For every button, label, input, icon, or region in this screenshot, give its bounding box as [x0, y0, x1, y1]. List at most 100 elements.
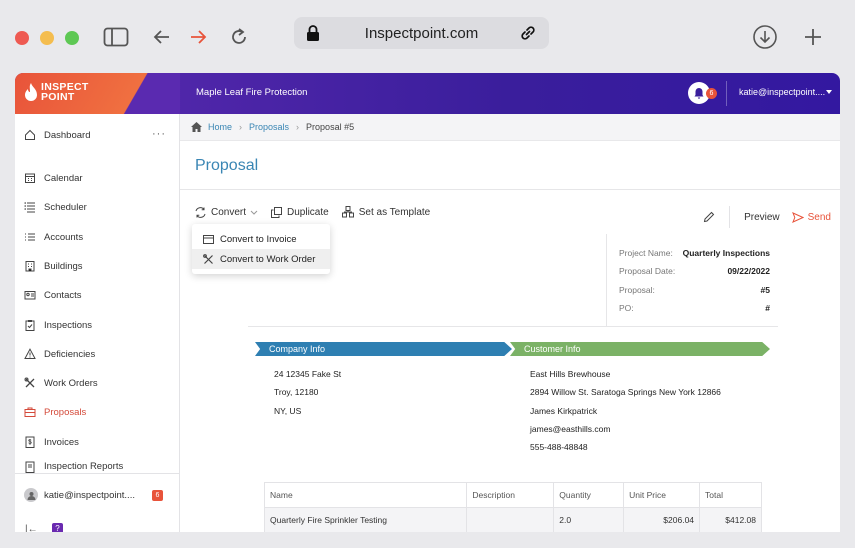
- download-icon[interactable]: [750, 22, 780, 52]
- sidebar-item-label: Accounts: [44, 231, 84, 243]
- company-info-heading: Company Info: [255, 342, 512, 356]
- dollar-doc-icon: [24, 436, 36, 448]
- sidebar-item-contacts[interactable]: Contacts: [24, 285, 82, 305]
- column-header-total: Total: [699, 482, 762, 508]
- customer-info-heading: Customer Info: [510, 342, 770, 356]
- column-header-name: Name: [263, 482, 468, 508]
- collapse-sidebar-icon[interactable]: |←: [25, 524, 38, 532]
- flame-icon: [25, 83, 37, 101]
- sidebar-item-deficiencies[interactable]: Deficiencies: [24, 344, 95, 364]
- close-window-button[interactable]: [15, 31, 29, 45]
- invoice-card-icon: [203, 234, 214, 244]
- sidebar-item-proposals[interactable]: Proposals: [24, 402, 86, 422]
- sidebar-item-invoices[interactable]: Invoices: [24, 432, 79, 452]
- page-title: Proposal: [195, 157, 259, 174]
- logo[interactable]: INSPECT POINT: [15, 73, 180, 114]
- sidebar-item-accounts[interactable]: Accounts: [24, 227, 83, 247]
- browser-toolbar: Inspectpoint.com: [0, 0, 855, 72]
- meta-po: PO: #: [619, 303, 770, 313]
- sidebar-item-label: Inspections: [44, 319, 93, 331]
- sidebar-item-buildings[interactable]: Buildings: [24, 256, 83, 276]
- duplicate-icon: [271, 206, 283, 218]
- duplicate-button[interactable]: Duplicate: [271, 206, 329, 218]
- cell-description: [466, 507, 555, 532]
- main-content: Home › Proposals › Proposal #5 Proposal …: [180, 114, 840, 532]
- sidebar-item-work-orders[interactable]: Work Orders: [24, 373, 98, 393]
- report-icon: [24, 461, 36, 473]
- building-icon: [24, 260, 36, 272]
- proposal-toolbar: Convert Duplicate Set as Template: [195, 206, 443, 218]
- sidebar-toggle-icon[interactable]: [101, 22, 131, 52]
- sidebar-user-email: katie@inspectpoint....: [44, 489, 135, 501]
- sidebar-divider: [15, 473, 179, 474]
- user-menu[interactable]: katie@inspectpoint....: [739, 87, 825, 97]
- sidebar-item-calendar[interactable]: Calendar: [24, 168, 83, 188]
- company-address-line-2: Troy, 12180: [274, 387, 319, 397]
- menu-item-convert-to-invoice[interactable]: Convert to Invoice: [192, 229, 330, 249]
- customer-name: East Hills Brewhouse: [530, 369, 611, 379]
- customer-address: 2894 Willow St. Saratoga Springs New Yor…: [530, 387, 721, 397]
- breadcrumb-proposals[interactable]: Proposals: [249, 122, 289, 132]
- caret-down-icon[interactable]: [826, 90, 832, 95]
- sidebar-item-inspection-reports[interactable]: Inspection Reports: [24, 461, 123, 473]
- sidebar-item-label: Contacts: [44, 289, 82, 301]
- company-name: Maple Leaf Fire Protection: [196, 87, 308, 98]
- sidebar-user[interactable]: katie@inspectpoint....: [24, 488, 135, 502]
- customer-email: james@easthills.com: [530, 424, 611, 434]
- duplicate-label: Duplicate: [287, 206, 329, 218]
- send-button[interactable]: Send: [791, 212, 831, 223]
- set-as-template-button[interactable]: Set as Template: [341, 206, 431, 218]
- top-bar: INSPECT POINT Maple Leaf Fire Protection…: [15, 73, 840, 114]
- convert-button[interactable]: Convert: [195, 207, 258, 218]
- home-icon[interactable]: [191, 122, 202, 132]
- avatar: [24, 488, 38, 502]
- contact-card-icon: [24, 289, 36, 301]
- scheduler-icon: [24, 201, 36, 213]
- forward-arrow-icon[interactable]: [183, 22, 213, 52]
- more-options-icon[interactable]: ···: [152, 128, 166, 140]
- table-row[interactable]: Quarterly Fire Sprinkler Testing 2.0 $20…: [263, 507, 762, 532]
- preview-button[interactable]: Preview: [744, 212, 780, 223]
- sidebar-item-label: Work Orders: [44, 377, 98, 389]
- address-bar[interactable]: Inspectpoint.com: [294, 17, 549, 49]
- convert-dropdown-menu: Convert to Invoice Convert to Work Order: [192, 224, 330, 274]
- sidebar-item-label: Invoices: [44, 436, 79, 448]
- new-tab-icon[interactable]: [798, 22, 828, 52]
- back-arrow-icon[interactable]: [147, 22, 177, 52]
- set-as-template-label: Set as Template: [358, 206, 431, 218]
- breadcrumb-home[interactable]: Home: [208, 122, 232, 132]
- toolbar-divider: [729, 206, 731, 228]
- chevron-right-icon: ›: [239, 122, 243, 132]
- table-header-row: Name Description Quantity Unit Price Tot…: [263, 482, 762, 508]
- tools-icon: [24, 377, 36, 389]
- app-window: INSPECT POINT Maple Leaf Fire Protection…: [15, 73, 840, 532]
- briefcase-icon: [24, 406, 36, 418]
- list-icon: [24, 231, 36, 243]
- title-divider: [180, 189, 840, 190]
- minimize-window-button[interactable]: [40, 31, 54, 45]
- line-items-table: Name Description Quantity Unit Price Tot…: [263, 482, 762, 532]
- edit-pencil-icon[interactable]: [703, 211, 715, 223]
- link-icon[interactable]: [519, 24, 537, 47]
- convert-icon: [195, 206, 206, 218]
- bell-icon: [694, 88, 704, 99]
- sidebar-item-label: Dashboard: [44, 129, 91, 141]
- logo-line-2: POINT: [41, 91, 75, 103]
- help-icon[interactable]: ?: [52, 523, 63, 532]
- column-header-unit-price: Unit Price: [623, 482, 701, 508]
- column-header-description: Description: [466, 482, 555, 508]
- sidebar-item-dashboard[interactable]: Dashboard: [24, 125, 90, 145]
- meta-divider: [606, 234, 607, 326]
- sidebar-item-scheduler[interactable]: Scheduler: [24, 197, 87, 217]
- column-header-quantity: Quantity: [553, 482, 625, 508]
- menu-item-convert-to-work-order[interactable]: Convert to Work Order: [192, 249, 330, 269]
- clipboard-check-icon: [24, 319, 36, 331]
- sidebar-item-inspections[interactable]: Inspections: [24, 315, 92, 335]
- sidebar: Dashboard ··· Calendar Scheduler Account…: [15, 114, 180, 532]
- meta-proposal-number: Proposal: #5: [619, 285, 770, 295]
- document-divider: [248, 326, 778, 327]
- reload-icon[interactable]: [224, 22, 254, 52]
- maximize-window-button[interactable]: [65, 31, 79, 45]
- cell-total: $412.08: [699, 507, 762, 532]
- chevron-right-icon: ›: [296, 122, 300, 132]
